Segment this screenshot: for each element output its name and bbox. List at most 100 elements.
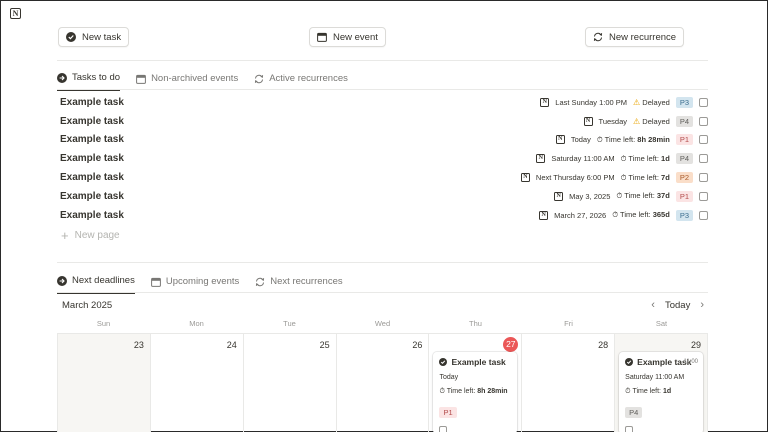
priority-badge[interactable]: P4 <box>675 153 693 165</box>
calendar-day-cell[interactable]: 28 <box>522 334 616 432</box>
page-icon: N <box>539 210 549 220</box>
task-properties: N Saturday 11:00 AM ⏱ Time left: 1d P4 <box>536 149 708 168</box>
task-row[interactable]: Example task N Last Sunday 1:00 PM ⚠ Delaye… <box>57 93 708 112</box>
priority-badge[interactable]: P3 <box>675 209 693 221</box>
done-checkbox[interactable] <box>699 173 708 183</box>
task-title[interactable]: Example task <box>57 210 124 221</box>
task-title[interactable]: Example task <box>57 116 124 127</box>
today-button[interactable]: Today <box>665 300 690 311</box>
task-title[interactable]: Example task <box>57 134 124 145</box>
done-checkbox[interactable] <box>699 135 708 145</box>
time-left-value: 1d <box>661 153 670 163</box>
chevron-left-icon[interactable]: ‹ <box>651 299 655 311</box>
time-left: ⏱ Time left: 1d <box>621 154 670 164</box>
calendar-day-cell[interactable]: 29 Example task 11:00 Saturday 11:00 AM ⏱ Ti… <box>615 334 709 432</box>
repeat-icon <box>256 277 265 286</box>
timer-icon: ⏱ <box>612 210 619 220</box>
chevron-right-icon[interactable]: › <box>700 299 704 311</box>
task-date: May 3, 2025 <box>569 191 611 201</box>
task-date: Saturday 11:00 AM <box>551 154 615 164</box>
task-row[interactable]: Example task N Saturday 11:00 AM ⏱ Time lef… <box>57 149 708 168</box>
done-checkbox[interactable] <box>699 97 708 107</box>
status-delayed: ⚠ Delayed <box>633 98 670 107</box>
time-left-value: 8h 28min <box>477 388 508 395</box>
calendar-task-card[interactable]: Example task Today ⏱ Time left: 8h 28min P1 <box>433 352 518 432</box>
done-checkbox[interactable] <box>699 154 708 164</box>
weekday-label: Sun <box>96 319 111 328</box>
tab-label: Upcoming events <box>165 276 240 287</box>
time-left-label: Time left: <box>624 191 655 201</box>
new-page-button[interactable]: + New page <box>57 226 708 246</box>
calendar-icon <box>317 32 327 42</box>
task-title[interactable]: Example task <box>57 97 124 108</box>
check-circle-icon <box>439 358 448 366</box>
section-divider <box>57 262 708 263</box>
time-left-label: Time left: <box>620 210 651 220</box>
task-properties: N Tuesday ⚠ Delayed P4 <box>583 112 708 131</box>
arrow-circle-icon <box>57 72 67 83</box>
done-checkbox[interactable] <box>625 426 634 432</box>
day-number: 28 <box>598 340 609 350</box>
card-date: Saturday 11:00 AM <box>625 374 685 381</box>
new-recurrence-button[interactable]: New recurrence <box>585 27 685 47</box>
time-left-value: 8h 28min <box>637 134 670 144</box>
new-recurrence-label: New recurrence <box>609 31 677 43</box>
timer-icon: ⏱ <box>625 388 631 395</box>
timer-icon: ⏱ <box>616 191 623 201</box>
calendar-day-cell[interactable]: 24 <box>151 334 244 432</box>
notion-logo-icon: N <box>10 8 21 19</box>
tab-label: Next deadlines <box>72 275 135 286</box>
task-row[interactable]: Example task N Tuesday ⚠ Delayed P4 <box>57 112 708 131</box>
arrow-circle-icon <box>57 275 67 286</box>
page-icon: N <box>583 116 593 126</box>
priority-badge[interactable]: P1 <box>675 134 693 146</box>
priority-badge[interactable]: P2 <box>675 172 693 184</box>
task-properties: N Today ⏱ Time left: 8h 28min P1 <box>555 131 708 150</box>
priority-badge[interactable]: P4 <box>675 115 693 127</box>
new-event-button[interactable]: New event <box>309 27 386 47</box>
weekday-label: Wed <box>374 319 391 328</box>
calendar-icon <box>150 277 161 287</box>
calendar-day-cell[interactable]: 26 <box>337 334 430 432</box>
weekday-label: Fri <box>564 319 573 328</box>
card-badge-wrap: P4 <box>625 402 697 420</box>
done-checkbox[interactable] <box>439 426 448 432</box>
status-delayed: ⚠ Delayed <box>633 117 670 126</box>
task-row[interactable]: Example task N Today ⏱ Time left: 8h 28min P… <box>57 131 708 150</box>
time-left: ⏱ Time left: 365d <box>612 210 670 220</box>
timer-icon: ⏱ <box>439 388 445 395</box>
time-left-value: 365d <box>652 210 670 220</box>
calendar-nav: ‹ Today › <box>651 299 704 311</box>
new-task-button[interactable]: New task <box>58 27 130 47</box>
calendar-week-grid: 23 24 25 26 27 Example task Today ⏱ Time left: … <box>57 333 709 432</box>
task-title[interactable]: Example task <box>57 191 124 202</box>
tab-label: Tasks to do <box>72 72 121 83</box>
time-left-label: Time left: <box>604 134 636 144</box>
time-left-value: 1d <box>662 388 672 395</box>
tab-label: Non-archived events <box>151 73 239 84</box>
task-row[interactable]: Example task N Next Thursday 6:00 PM ⏱ Time… <box>57 168 708 187</box>
weekday-label: Sat <box>655 319 668 328</box>
task-row[interactable]: Example task N May 3, 2025 ⏱ Time left: 37d… <box>57 187 708 206</box>
priority-badge[interactable]: P4 <box>625 407 643 418</box>
calendar-task-card[interactable]: Example task 11:00 Saturday 11:00 AM ⏱ Time… <box>619 352 704 432</box>
priority-badge[interactable]: P3 <box>675 96 693 108</box>
card-time-left: ⏱ Time left: 8h 28min <box>439 388 511 396</box>
calendar-day-cell[interactable]: 27 Example task Today ⏱ Time left: 8h 28min… <box>429 334 523 432</box>
repeat-icon <box>593 32 603 42</box>
priority-badge[interactable]: P1 <box>675 190 693 202</box>
calendar-icon <box>136 74 146 84</box>
calendar-day-cell[interactable]: 25 <box>244 334 337 432</box>
done-checkbox[interactable] <box>699 210 708 220</box>
priority-badge[interactable]: P1 <box>439 407 457 418</box>
done-checkbox[interactable] <box>699 191 708 201</box>
calendar-day-cell[interactable]: 23 <box>57 334 151 432</box>
day-number: 29 <box>691 340 702 350</box>
task-row[interactable]: Example task N March 27, 2026 ⏱ Time left: … <box>57 206 708 225</box>
task-title[interactable]: Example task <box>57 172 124 183</box>
time-left-label: Time left: <box>628 153 659 163</box>
task-title[interactable]: Example task <box>57 153 124 164</box>
done-checkbox[interactable] <box>699 116 708 126</box>
page-icon: N <box>536 154 546 164</box>
time-left: ⏱ Time left: 37d <box>616 191 669 201</box>
